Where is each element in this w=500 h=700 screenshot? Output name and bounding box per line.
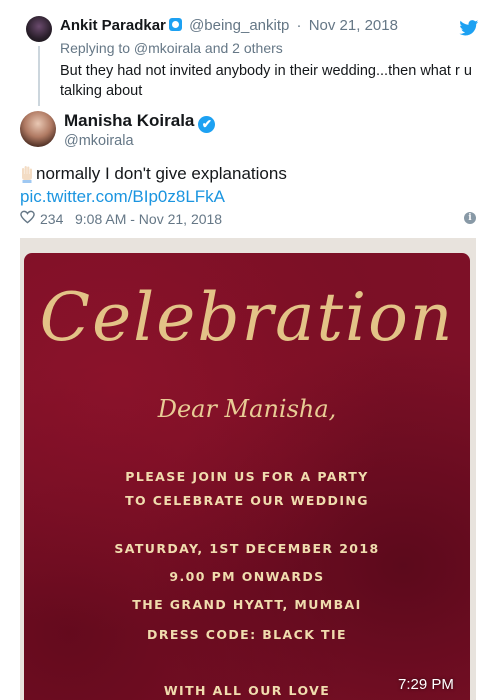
invitation-dress-code: DRESS CODE: BLACK TIE [147,627,347,642]
status-time: 7:29 PM [398,676,454,693]
verified-badge-icon: ✔ [198,116,216,133]
info-icon[interactable]: i [464,212,476,224]
thread-connector-line [38,46,40,106]
tweet-media-link[interactable]: pic.twitter.com/BIp0z8LFkA [20,187,225,207]
twitter-bird-icon[interactable] [459,20,479,36]
reply-separator: · [296,17,302,34]
invitation-title: Celebration [39,279,455,356]
reply-header: Ankit Paradkar @being_ankitp · Nov 21, 2… [60,17,398,34]
invitation-line-2: TO CELEBRATE OUR WEDDING [125,493,369,508]
main-author-name[interactable]: Manisha Koirala [64,111,194,130]
heart-icon[interactable] [20,210,35,224]
replying-to-text[interactable]: Replying to @mkoirala and 2 others [60,40,283,56]
main-avatar[interactable] [20,111,56,147]
reply-avatar[interactable] [26,16,52,42]
reply-author-handle[interactable]: @being_ankitp [189,17,289,34]
reply-date[interactable]: Nov 21, 2018 [309,17,398,34]
tweet-timestamp[interactable]: 9:08 AM - Nov 21, 2018 [75,211,222,227]
invitation-venue: THE GRAND HYATT, MUMBAI [132,597,362,612]
invitation-date: SATURDAY, 1ST DECEMBER 2018 [114,541,380,556]
main-tweet-text: normally I don't give explanations [36,164,287,183]
reply-author-name[interactable]: Ankit Paradkar [60,17,166,34]
invitation-salutation: Dear Manisha, [157,395,337,423]
like-count[interactable]: 234 [40,211,63,227]
main-author-header: Manisha Koirala ✔ [64,111,216,133]
raised-hand-icon [22,166,32,183]
main-author-handle[interactable]: @mkoirala [64,133,134,149]
invitation-line-1: PLEASE JOIN US FOR A PARTY [125,469,369,484]
reply-tweet-text: But they had not invited anybody in thei… [60,63,472,99]
invitation-time: 9.00 PM ONWARDS [169,569,325,584]
reply-verified-icon [168,18,182,31]
invitation-card-image[interactable]: Celebration Dear Manisha, PLEASE JOIN US… [24,253,470,700]
